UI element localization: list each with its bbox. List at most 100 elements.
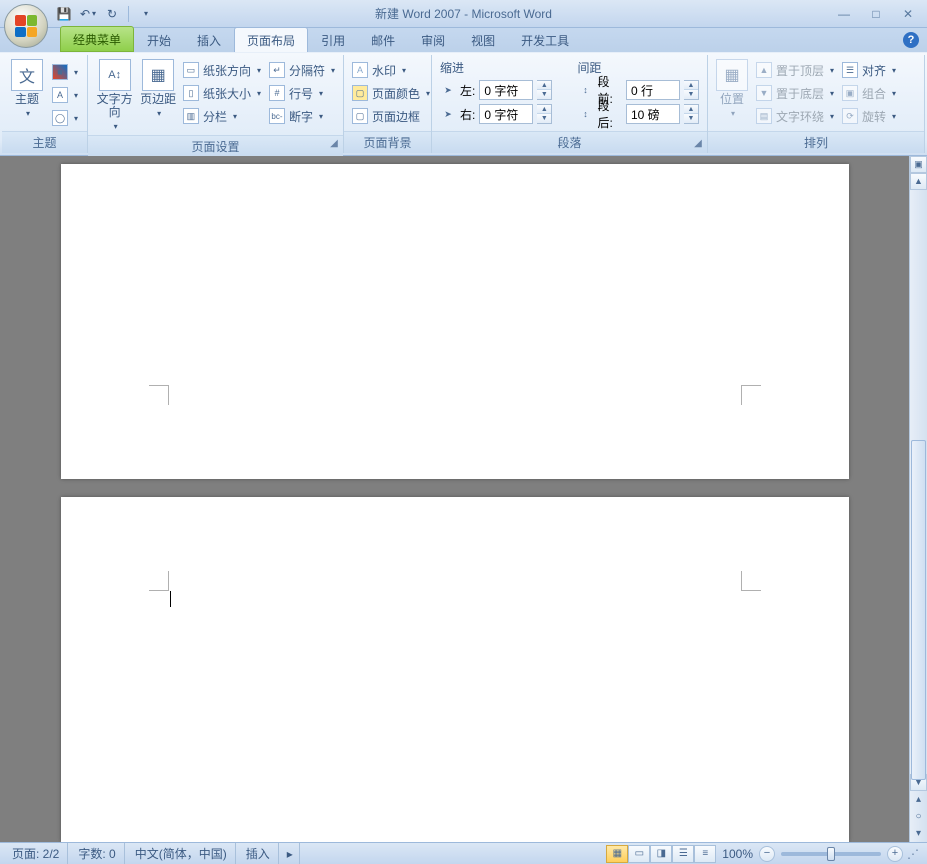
spacing-after-label: 段后:	[598, 97, 623, 131]
undo-button[interactable]: ↶▾	[78, 4, 98, 24]
minimize-button[interactable]: —	[835, 7, 853, 21]
document-area: ▣ ▲ ▼ ▴ ○ ▾	[0, 156, 927, 842]
save-button[interactable]: 💾	[54, 4, 74, 24]
view-web-layout[interactable]: ◨	[650, 845, 672, 863]
position-button[interactable]: ▦ 位置▾	[712, 57, 752, 122]
office-button[interactable]	[4, 4, 48, 48]
hyphenation-button[interactable]: bc-断字▾	[265, 105, 339, 127]
watermark-button[interactable]: A水印▾	[348, 59, 434, 81]
spacing-before-icon: ↕	[578, 82, 594, 98]
themes-icon: 文	[11, 59, 43, 91]
resize-grip-icon: ⋰	[903, 847, 923, 861]
indent-right-input[interactable]	[479, 104, 533, 124]
tab-references[interactable]: 引用	[308, 27, 358, 52]
zoom-in-button[interactable]: +	[887, 846, 903, 862]
text-direction-icon: A↕	[99, 59, 131, 91]
view-print-layout[interactable]: ▦	[606, 845, 628, 863]
theme-effects-button[interactable]: ◯▾	[48, 107, 82, 129]
tab-developer[interactable]: 开发工具	[508, 27, 582, 52]
themes-button[interactable]: 文 主题▾	[6, 57, 48, 122]
view-full-screen[interactable]: ▭	[628, 845, 650, 863]
page-borders-button[interactable]: ▢页面边框	[348, 105, 434, 127]
group-theme: 文 主题▾ ■▾ A▾ ◯▾ 主题	[2, 55, 88, 153]
tab-view[interactable]: 视图	[458, 27, 508, 52]
vertical-scrollbar[interactable]: ▣ ▲ ▼ ▴ ○ ▾	[909, 156, 927, 842]
browse-object-button[interactable]: ○	[910, 808, 927, 825]
qat-customize[interactable]: ▾	[135, 4, 155, 24]
indent-right-spinner[interactable]: ▲▼	[537, 104, 552, 124]
bring-front-button: ▲置于顶层▾	[752, 59, 838, 81]
tab-insert[interactable]: 插入	[184, 27, 234, 52]
indent-left-label: 左:	[460, 82, 475, 99]
send-back-button: ▼置于底层▾	[752, 82, 838, 104]
zoom-slider[interactable]	[781, 852, 881, 856]
position-icon: ▦	[716, 59, 748, 91]
view-outline[interactable]: ☰	[672, 845, 694, 863]
spacing-heading: 间距	[574, 57, 704, 78]
indent-left-input[interactable]	[479, 80, 533, 100]
paragraph-dialog-launcher[interactable]: ◢	[691, 137, 705, 151]
status-macro[interactable]: ▸	[281, 843, 300, 864]
align-button[interactable]: ☰对齐▾	[838, 59, 900, 81]
text-wrap-button: ▤文字环绕▾	[752, 105, 838, 127]
tab-mailings[interactable]: 邮件	[358, 27, 408, 52]
orientation-button[interactable]: ▭纸张方向▾	[179, 59, 265, 81]
page-2[interactable]	[61, 497, 849, 842]
margins-button[interactable]: ▦ 页边距▾	[137, 57, 179, 122]
maximize-button[interactable]: □	[867, 7, 885, 21]
zoom-out-button[interactable]: −	[759, 846, 775, 862]
quick-access-toolbar: 💾 ↶▾ ↻ ▾	[54, 0, 155, 27]
scroll-thumb[interactable]	[911, 440, 926, 780]
redo-button[interactable]: ↻	[102, 4, 122, 24]
page-setup-dialog-launcher[interactable]: ◢	[327, 137, 341, 151]
group-arrange: ▦ 位置▾ ▲置于顶层▾ ▼置于底层▾ ▤文字环绕▾ ☰对齐▾ ▣组合▾ ⟳旋转…	[708, 55, 925, 153]
group-button: ▣组合▾	[838, 82, 900, 104]
indent-left-spinner[interactable]: ▲▼	[537, 80, 552, 100]
group-label: 页面设置	[88, 135, 343, 157]
theme-colors-button[interactable]: ■▾	[48, 61, 82, 83]
status-language[interactable]: 中文(简体，中国)	[127, 843, 236, 864]
group-page-background: A水印▾ ▢页面颜色▾ ▢页面边框 页面背景	[344, 55, 432, 153]
close-button[interactable]: ✕	[899, 7, 917, 21]
breaks-button[interactable]: ↵分隔符▾	[265, 59, 339, 81]
document-canvas[interactable]	[0, 156, 909, 842]
status-page[interactable]: 页面: 2/2	[4, 843, 68, 864]
status-words[interactable]: 字数: 0	[70, 843, 124, 864]
tab-classic-menu[interactable]: 经典菜单	[60, 26, 134, 52]
view-draft[interactable]: ≡	[694, 845, 716, 863]
columns-button[interactable]: ▥分栏▾	[179, 105, 265, 127]
indent-right-label: 右:	[460, 106, 475, 123]
tab-review[interactable]: 审阅	[408, 27, 458, 52]
page-1[interactable]	[61, 164, 849, 479]
tab-home[interactable]: 开始	[134, 27, 184, 52]
spacing-before-input[interactable]	[626, 80, 680, 100]
ribbon-tabs: 经典菜单 开始 插入 页面布局 引用 邮件 审阅 视图 开发工具 ?	[0, 28, 927, 52]
zoom-slider-thumb[interactable]	[827, 847, 835, 861]
line-numbers-button[interactable]: #行号▾	[265, 82, 339, 104]
spacing-after-spinner[interactable]: ▲▼	[684, 104, 699, 124]
ruler-toggle[interactable]: ▣	[910, 156, 927, 173]
group-label: 页面背景	[344, 131, 431, 153]
indent-right-icon: ➤	[440, 106, 456, 122]
indent-left-icon: ➤	[440, 82, 456, 98]
title-bar: 💾 ↶▾ ↻ ▾ 新建 Word 2007 - Microsoft Word —…	[0, 0, 927, 28]
next-page-button[interactable]: ▾	[910, 825, 927, 842]
help-button[interactable]: ?	[903, 32, 919, 48]
prev-page-button[interactable]: ▴	[910, 791, 927, 808]
scroll-up-button[interactable]: ▲	[910, 173, 927, 190]
theme-fonts-button[interactable]: A▾	[48, 84, 82, 106]
zoom-level[interactable]: 100%	[716, 847, 759, 861]
size-button[interactable]: ▯纸张大小▾	[179, 82, 265, 104]
status-insert-mode[interactable]: 插入	[238, 843, 279, 864]
scroll-track[interactable]	[910, 190, 927, 774]
group-label: 排列	[708, 131, 924, 153]
text-direction-button[interactable]: A↕ 文字方向▾	[92, 57, 137, 135]
rotate-button: ⟳旋转▾	[838, 105, 900, 127]
tab-page-layout[interactable]: 页面布局	[234, 27, 308, 52]
page-color-button[interactable]: ▢页面颜色▾	[348, 82, 434, 104]
status-bar: 页面: 2/2 字数: 0 中文(简体，中国) 插入 ▸ ▦ ▭ ◨ ☰ ≡ 1…	[0, 842, 927, 864]
group-paragraph: 缩进 ➤ 左: ▲▼ ➤ 右: ▲▼ 间距 ↕ 段前:	[432, 55, 708, 153]
group-label: 主题	[2, 131, 87, 153]
spacing-before-spinner[interactable]: ▲▼	[684, 80, 699, 100]
spacing-after-input[interactable]	[626, 104, 680, 124]
